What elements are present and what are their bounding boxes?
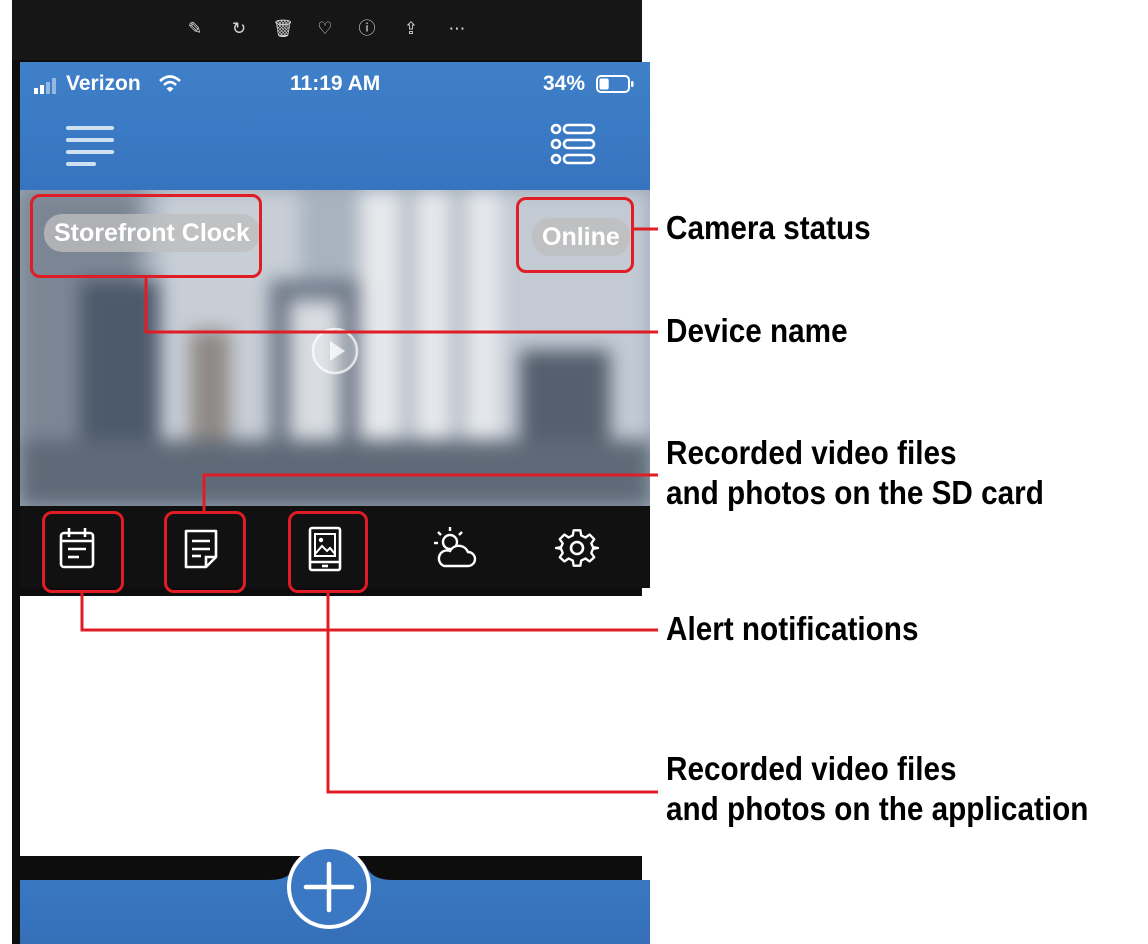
label-camera-status: Camera status bbox=[666, 209, 871, 246]
label-device-name: Device name bbox=[666, 312, 848, 349]
label-sd-card-line2: and photos on the SD card bbox=[666, 474, 1044, 511]
label-alert-notifications: Alert notifications bbox=[666, 610, 919, 647]
label-app-line1: Recorded video files bbox=[666, 750, 957, 787]
label-sd-card-line1: Recorded video files bbox=[666, 434, 957, 471]
label-app-line2: and photos on the application bbox=[666, 790, 1089, 827]
